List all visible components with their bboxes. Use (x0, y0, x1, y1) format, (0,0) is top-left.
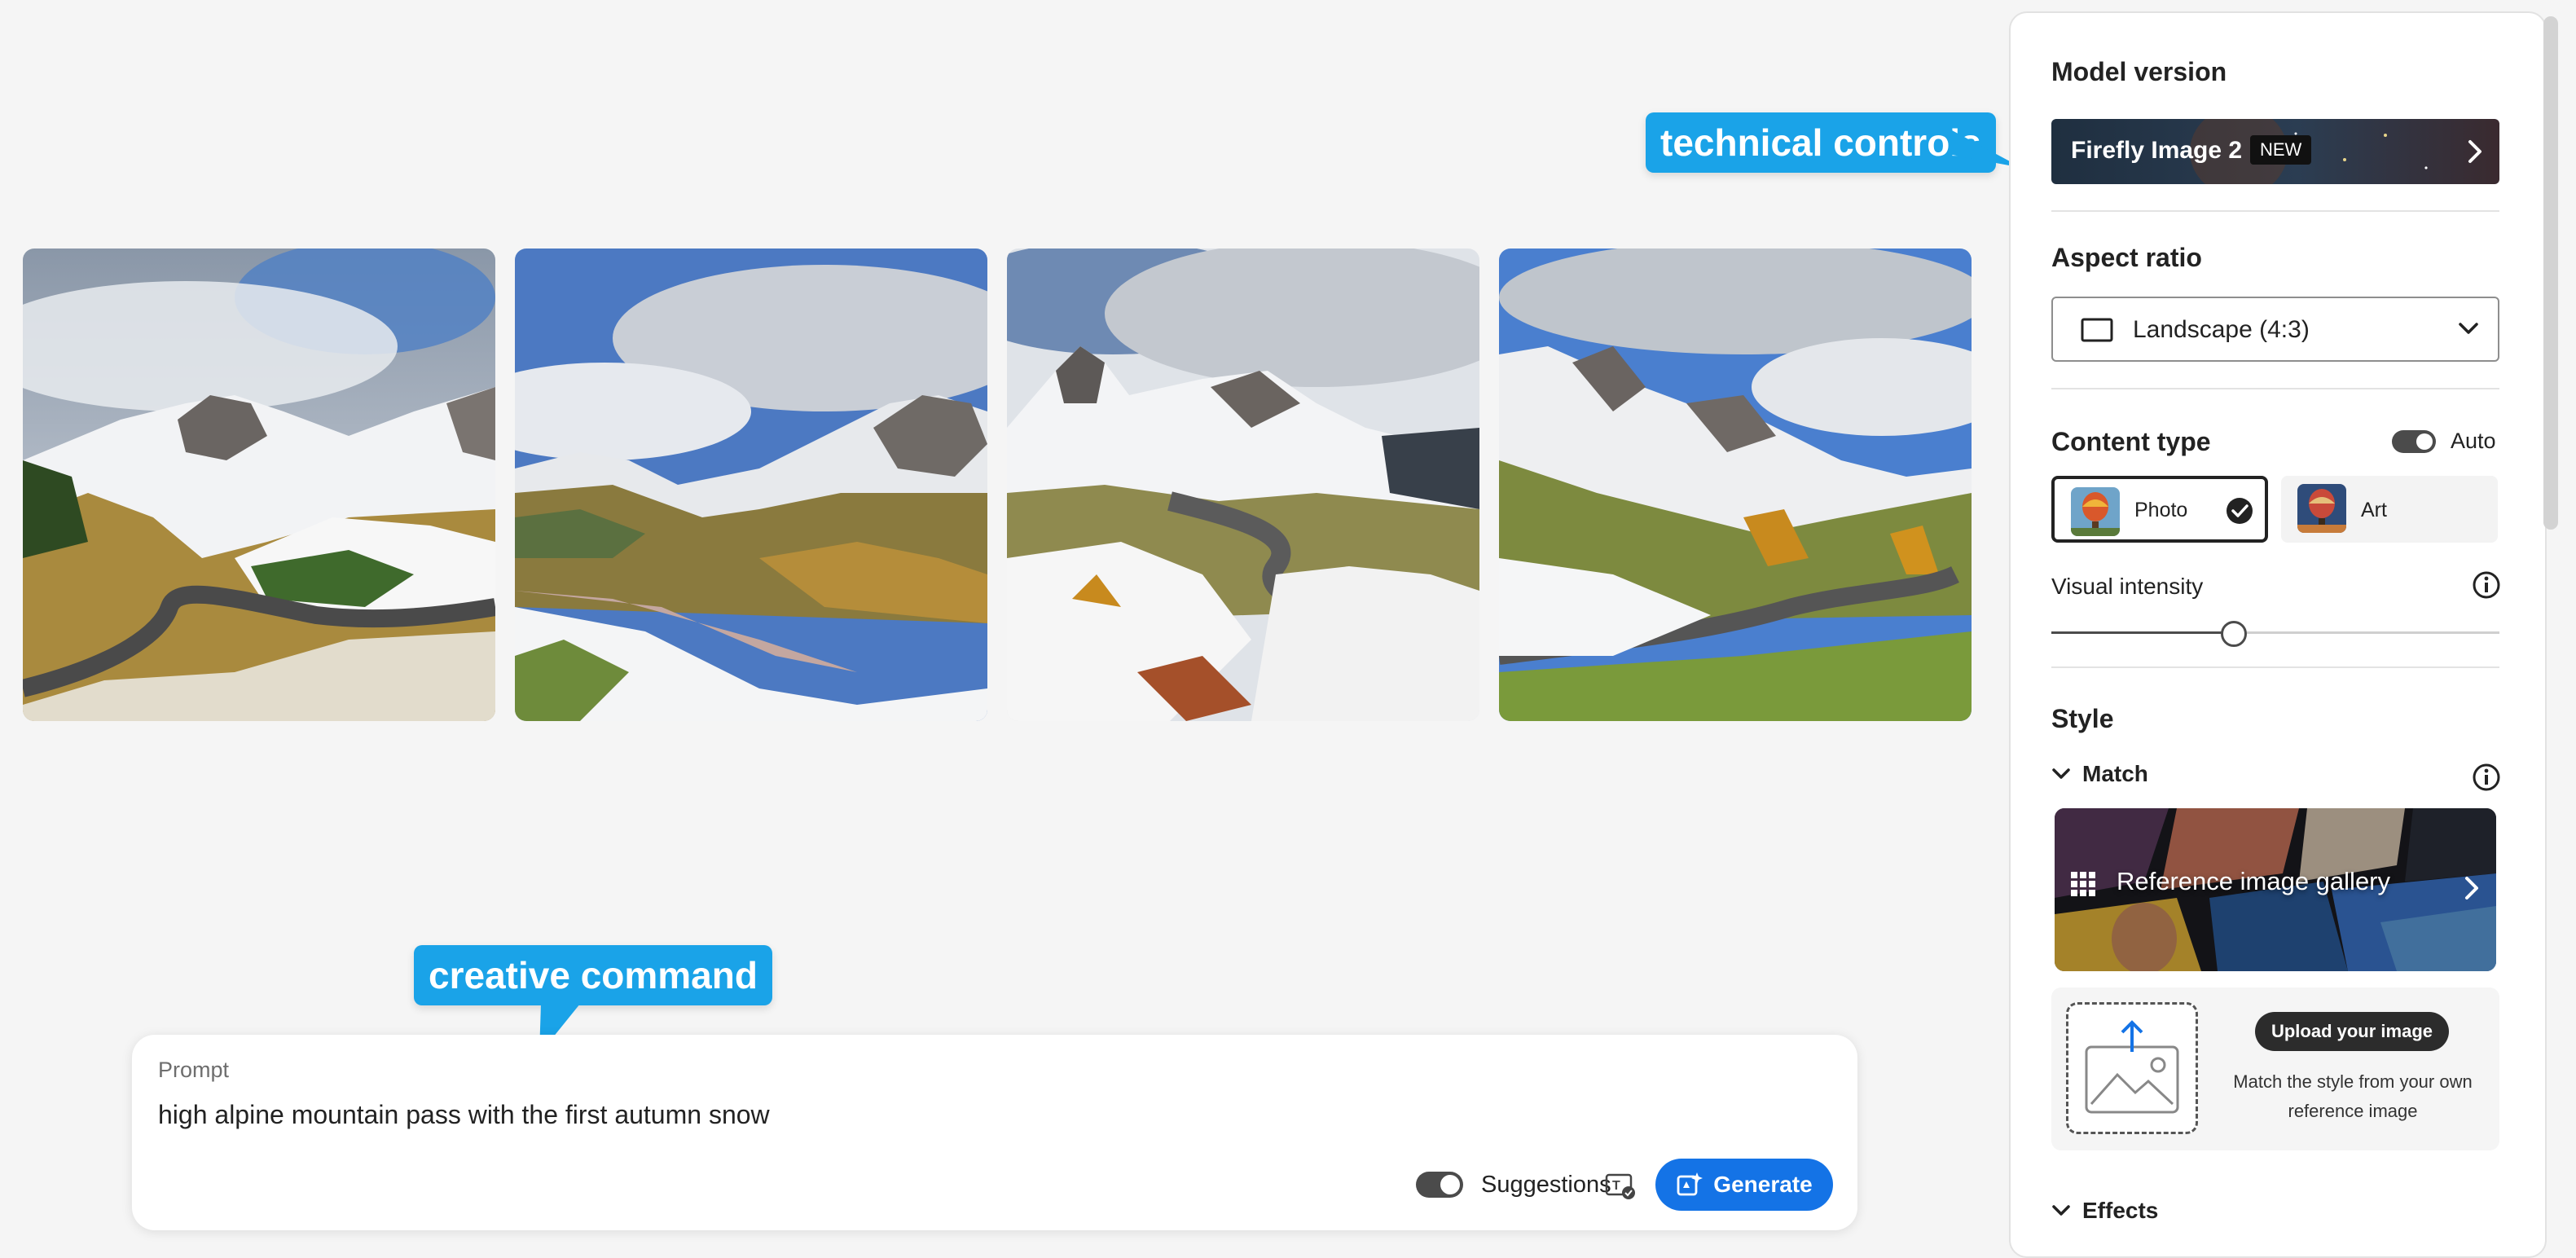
chevron-right-icon (2468, 140, 2481, 163)
chevron-down-icon (2052, 1205, 2070, 1216)
photo-thumbnail-icon (2071, 487, 2120, 536)
effects-section-toggle[interactable]: Effects (2051, 1198, 2158, 1224)
style-heading: Style (2051, 704, 2114, 733)
reference-image-gallery[interactable]: Reference image gallery (2055, 808, 2496, 971)
landscape-ratio-icon (2081, 318, 2113, 342)
creative-command-callout: creative command (414, 945, 772, 1005)
check-icon (2227, 498, 2253, 524)
creative-command-label: creative command (429, 954, 758, 996)
model-version-heading: Model version (2051, 57, 2227, 86)
art-thumbnail-icon (2297, 484, 2346, 533)
generate-icon (1677, 1172, 1703, 1196)
svg-text:T: T (1612, 1179, 1620, 1193)
visual-intensity-label: Visual intensity (2051, 574, 2204, 599)
upload-reference-card: Upload your image Match the style from y… (2051, 987, 2499, 1150)
aspect-ratio-dropdown[interactable]: Landscape (4:3) (2051, 297, 2499, 362)
upload-image-icon (2085, 1020, 2179, 1114)
visual-intensity-slider-handle[interactable] (2221, 621, 2247, 647)
divider (2051, 388, 2499, 389)
generate-label: Generate (1713, 1172, 1813, 1197)
auto-toggle[interactable] (2392, 430, 2436, 453)
divider (2051, 666, 2499, 668)
info-icon[interactable] (2472, 763, 2501, 792)
auto-label: Auto (2451, 429, 2496, 453)
effects-label: Effects (2082, 1198, 2159, 1223)
model-name: Firefly Image 2 (2071, 137, 2243, 164)
content-type-art[interactable]: Art (2281, 476, 2498, 543)
match-section-toggle[interactable]: Match (2051, 761, 2148, 787)
reference-gallery-label: Reference image gallery (2117, 867, 2391, 895)
match-label: Match (2082, 761, 2148, 786)
visual-intensity-track-filled (2051, 631, 2232, 634)
suggestions-label: Suggestions (1481, 1172, 1611, 1198)
generated-image-2[interactable] (515, 249, 987, 721)
suggestions-icon[interactable]: T (1605, 1172, 1636, 1201)
art-label: Art (2361, 499, 2387, 521)
upload-dropzone[interactable] (2066, 1002, 2198, 1134)
prompt-box: Prompt high alpine mountain pass with th… (132, 1035, 1857, 1230)
generated-image-3[interactable] (1007, 249, 1479, 721)
chevron-down-icon (2052, 768, 2070, 779)
technical-controls-callout: technical controls (1646, 112, 1996, 173)
content-type-photo[interactable]: Photo (2051, 476, 2268, 543)
new-badge: NEW (2250, 135, 2312, 165)
content-type-heading: Content type (2051, 427, 2211, 456)
upload-image-button[interactable]: Upload your image (2255, 1012, 2449, 1051)
visual-intensity-track[interactable] (2232, 631, 2499, 634)
info-icon[interactable] (2472, 570, 2501, 600)
chevron-down-icon (2459, 323, 2478, 334)
generated-image-4[interactable] (1499, 249, 1972, 721)
aspect-ratio-value: Landscape (4:3) (2133, 316, 2310, 343)
suggestions-toggle[interactable] (1416, 1172, 1463, 1198)
grid-icon (2071, 872, 2095, 896)
settings-panel: Model version Firefly Image 2 NEW Aspect… (2009, 11, 2547, 1258)
model-version-selector[interactable]: Firefly Image 2 NEW (2051, 119, 2499, 184)
panel-scrollbar[interactable] (2543, 16, 2558, 530)
chevron-right-icon (2465, 877, 2478, 900)
divider (2051, 210, 2499, 212)
suggestions-toggle-knob (1440, 1175, 1460, 1194)
photo-label: Photo (2134, 499, 2188, 521)
aspect-ratio-heading: Aspect ratio (2051, 243, 2202, 272)
auto-toggle-knob (2416, 433, 2433, 450)
technical-controls-label: technical controls (1660, 121, 1981, 164)
prompt-label: Prompt (158, 1058, 230, 1082)
prompt-input[interactable]: high alpine mountain pass with the first… (158, 1100, 770, 1130)
upload-description: Match the style from your own reference … (2233, 1071, 2473, 1121)
generate-button[interactable]: Generate (1655, 1159, 1833, 1211)
generated-image-1[interactable] (23, 249, 495, 721)
